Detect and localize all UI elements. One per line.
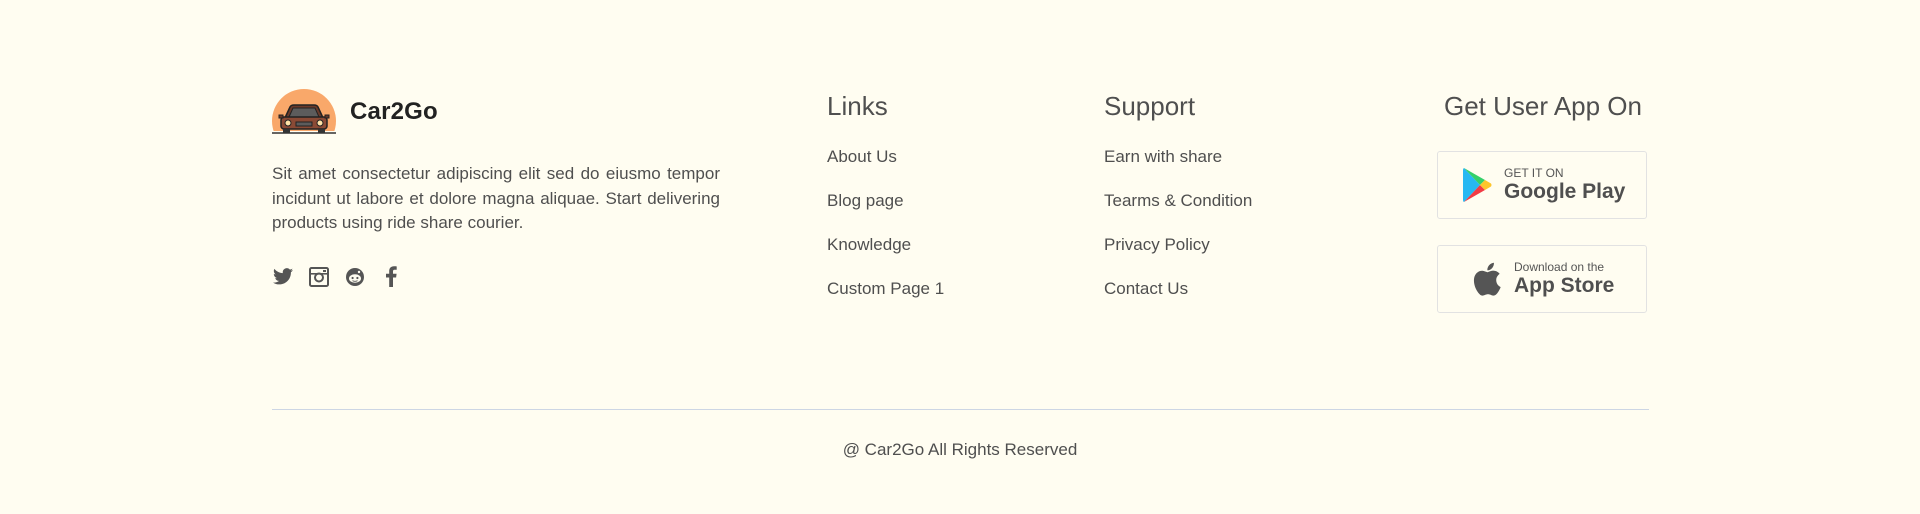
link-privacy-policy[interactable]: Privacy Policy: [1104, 235, 1210, 254]
facebook-icon[interactable]: [380, 266, 402, 288]
app-store-label: App Store: [1514, 274, 1615, 297]
app-store-button[interactable]: Download on the App Store: [1437, 245, 1647, 313]
list-item: Blog page: [827, 188, 1067, 232]
link-earn-with-share[interactable]: Earn with share: [1104, 147, 1222, 166]
google-play-icon: [1460, 166, 1494, 204]
brand-description: Sit amet consectetur adipiscing elit sed…: [272, 164, 720, 232]
social-links: [272, 266, 720, 288]
footer-brand: Car2Go Sit amet consectetur adipiscing e…: [272, 88, 720, 288]
support-title: Support: [1104, 91, 1196, 121]
site-footer: Car2Go Sit amet consectetur adipiscing e…: [0, 0, 1920, 514]
links-column: Links About Us Blog page Knowledge Custo…: [827, 88, 1067, 320]
google-play-text: GET IT ON Google Play: [1504, 166, 1625, 204]
link-terms-condition[interactable]: Tearms & Condition: [1104, 191, 1252, 210]
app-store-small: Download on the: [1514, 260, 1605, 274]
brand-row[interactable]: Car2Go: [272, 88, 720, 136]
app-title: Get User App On: [1444, 91, 1642, 121]
list-item: Earn with share: [1104, 144, 1344, 188]
twitter-icon[interactable]: [272, 266, 294, 288]
list-item: Knowledge: [827, 232, 1067, 276]
google-play-small: GET IT ON: [1504, 166, 1564, 180]
link-blog-page[interactable]: Blog page: [827, 191, 904, 210]
list-item: Contact Us: [1104, 276, 1344, 320]
links-list: About Us Blog page Knowledge Custom Page…: [827, 144, 1067, 320]
link-custom-page-1[interactable]: Custom Page 1: [827, 279, 944, 298]
support-list: Earn with share Tearms & Condition Priva…: [1104, 144, 1344, 320]
copyright-text: @ Car2Go All Rights Reserved: [842, 440, 1078, 459]
link-about-us[interactable]: About Us: [827, 147, 897, 166]
list-item: Tearms & Condition: [1104, 188, 1344, 232]
link-knowledge[interactable]: Knowledge: [827, 235, 911, 254]
list-item: About Us: [827, 144, 1067, 188]
car-logo-icon: [272, 89, 336, 135]
list-item: Custom Page 1: [827, 276, 1067, 320]
google-play-button[interactable]: GET IT ON Google Play: [1437, 151, 1647, 219]
links-title: Links: [827, 91, 888, 121]
link-contact-us[interactable]: Contact Us: [1104, 279, 1188, 298]
brand-name: Car2Go: [350, 98, 438, 125]
list-item: Privacy Policy: [1104, 232, 1344, 276]
apple-icon: [1470, 260, 1504, 298]
google-play-label: Google Play: [1504, 180, 1626, 203]
instagram-icon[interactable]: [308, 266, 330, 288]
reddit-icon[interactable]: [344, 266, 366, 288]
footer-divider: [272, 409, 1649, 410]
app-column: Get User App On GET IT ON Google Play Do…: [1437, 88, 1649, 313]
support-column: Support Earn with share Tearms & Conditi…: [1104, 88, 1344, 320]
app-store-text: Download on the App Store: [1514, 260, 1614, 298]
